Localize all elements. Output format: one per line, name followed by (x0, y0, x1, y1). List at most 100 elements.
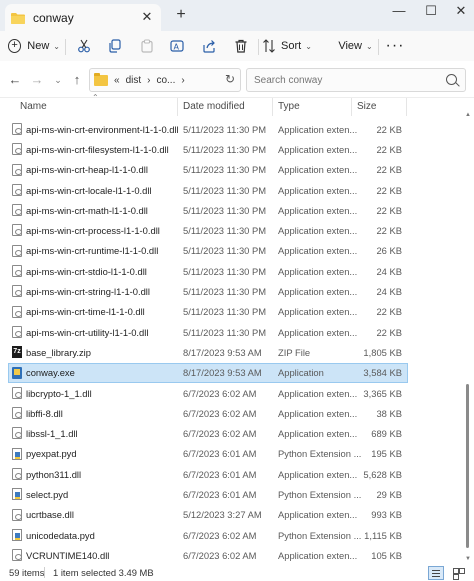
breadcrumb-overflow[interactable]: « (114, 75, 120, 86)
exe-icon (12, 366, 22, 379)
file-row[interactable]: api-ms-win-crt-time-l1-1-0.dll 5/11/2023 … (8, 302, 408, 322)
file-type: Python Extension ... (278, 448, 362, 460)
file-date-modified: 5/11/2023 11:30 PM (183, 306, 267, 318)
column-resize-handle[interactable] (272, 98, 273, 116)
column-header-type[interactable]: Type (278, 101, 300, 112)
more-options-button[interactable]: ··· (384, 33, 406, 59)
svg-text:A: A (174, 43, 180, 52)
recent-locations-chevron-icon[interactable]: ⌄ (50, 72, 66, 88)
address-bar[interactable]: « dist › co... › ↻ (89, 68, 241, 92)
file-date-modified: 6/7/2023 6:02 AM (183, 529, 257, 541)
view-label: View (338, 40, 362, 52)
file-size: 195 KB (371, 448, 402, 460)
file-type: Application exten... (278, 225, 358, 237)
tab-conway[interactable]: conway ✕ (5, 4, 161, 31)
file-row[interactable]: api-ms-win-crt-runtime-l1-1-0.dll 5/11/20… (8, 241, 408, 261)
scrollbar-thumb[interactable] (466, 384, 469, 548)
pyd-icon (12, 447, 22, 460)
file-row[interactable]: select.pyd 6/7/2023 6:01 AM Python Extensi… (8, 484, 408, 504)
scroll-up-icon[interactable]: ▲ (464, 112, 472, 120)
column-resize-handle[interactable] (406, 98, 407, 116)
paste-button[interactable] (134, 33, 160, 59)
chevron-down-icon: ⌄ (305, 41, 312, 51)
sort-button[interactable]: Sort ⌄ (262, 33, 312, 59)
file-name: api-ms-win-crt-string-l1-1-0.dll (26, 286, 150, 298)
vertical-scrollbar[interactable]: ▲ ▼ (464, 112, 472, 564)
copy-button[interactable] (102, 33, 128, 59)
file-row[interactable]: api-ms-win-crt-string-l1-1-0.dll 5/11/202… (8, 281, 408, 301)
breadcrumb-dist[interactable]: dist (126, 75, 142, 86)
file-date-modified: 6/7/2023 6:01 AM (183, 488, 257, 500)
file-size: 26 KB (376, 245, 402, 257)
plus-icon: + (8, 39, 22, 53)
file-row[interactable]: api-ms-win-crt-utility-l1-1-0.dll 5/11/20… (8, 322, 408, 342)
new-tab-icon[interactable]: + (172, 6, 190, 24)
share-button[interactable] (196, 33, 222, 59)
sort-ascending-icon: ⌃ (92, 93, 99, 102)
toolbar-divider (378, 39, 379, 55)
file-row[interactable]: 7z base_library.zip 8/17/2023 9:53 AM ZIP F… (8, 342, 408, 362)
file-date-modified: 8/17/2023 9:53 AM (183, 346, 262, 358)
column-resize-handle[interactable] (177, 98, 178, 116)
toolbar-divider (65, 39, 66, 55)
rename-button[interactable]: A (164, 33, 190, 59)
file-type: Application exten... (278, 326, 358, 338)
forward-arrow-icon[interactable]: → (29, 72, 45, 88)
dll-icon (12, 143, 22, 156)
tiles-view-icon[interactable] (450, 566, 466, 580)
tab-close-icon[interactable]: ✕ (139, 9, 155, 25)
scroll-down-icon[interactable]: ▼ (464, 556, 472, 564)
details-view-icon[interactable] (428, 566, 444, 580)
search-box[interactable] (246, 68, 466, 92)
search-input[interactable] (254, 74, 434, 86)
column-header-name[interactable]: Name (20, 101, 47, 112)
file-name: libcrypto-1_1.dll (26, 387, 92, 399)
file-name: api-ms-win-crt-stdio-l1-1-0.dll (26, 265, 147, 277)
file-row[interactable]: libssl-1_1.dll 6/7/2023 6:02 AM Applicatio… (8, 423, 408, 443)
rename-icon: A (170, 40, 184, 52)
file-row[interactable]: pyexpat.pyd 6/7/2023 6:01 AM Python Extens… (8, 444, 408, 464)
file-row[interactable]: api-ms-win-crt-stdio-l1-1-0.dll 5/11/2023… (8, 261, 408, 281)
file-row[interactable]: python311.dll 6/7/2023 6:01 AM Application… (8, 464, 408, 484)
file-size: 22 KB (376, 123, 402, 135)
column-header-date[interactable]: Date modified (183, 101, 245, 112)
file-row[interactable]: api-ms-win-crt-filesystem-l1-1-0.dll 5/11… (8, 139, 408, 159)
up-arrow-icon[interactable]: ↑ (69, 72, 85, 88)
delete-button[interactable] (228, 33, 254, 59)
file-size: 993 KB (371, 509, 402, 521)
folder-icon (94, 72, 108, 86)
file-row[interactable]: api-ms-win-crt-locale-l1-1-0.dll 5/11/202… (8, 180, 408, 200)
file-row[interactable]: ucrtbase.dll 5/12/2023 3:27 AM Application… (8, 505, 408, 525)
file-row[interactable]: VCRUNTIME140.dll 6/7/2023 6:02 AM Applicat… (8, 545, 408, 565)
back-arrow-icon[interactable]: ← (7, 72, 23, 88)
file-row[interactable]: api-ms-win-crt-environment-l1-1-0.dll 5/1… (8, 119, 408, 139)
view-button[interactable]: View ⌄ (334, 33, 372, 59)
toolbar-divider (258, 39, 259, 55)
file-row[interactable]: api-ms-win-crt-math-l1-1-0.dll 5/11/2023 … (8, 200, 408, 220)
file-date-modified: 5/12/2023 3:27 AM (183, 509, 262, 521)
file-name: pyexpat.pyd (26, 448, 77, 460)
close-window-icon[interactable]: ✕ (440, 0, 474, 24)
dll-icon (12, 244, 22, 257)
selection-info: 1 item selected 3.49 MB (53, 567, 154, 578)
column-resize-handle[interactable] (351, 98, 352, 116)
file-size: 24 KB (376, 265, 402, 277)
file-row[interactable]: libffi-8.dll 6/7/2023 6:02 AM Application … (8, 403, 408, 423)
file-type: Application (278, 367, 324, 379)
file-row[interactable]: api-ms-win-crt-process-l1-1-0.dll 5/11/20… (8, 220, 408, 240)
file-row[interactable]: unicodedata.pyd 6/7/2023 6:02 AM Python Ex… (8, 525, 408, 545)
breadcrumb-conway[interactable]: co... (156, 75, 175, 86)
file-row[interactable]: conway.exe 8/17/2023 9:53 AM Application 3,… (8, 362, 408, 383)
column-header-size[interactable]: Size (357, 101, 376, 112)
file-size: 105 KB (371, 549, 402, 561)
file-row[interactable]: libcrypto-1_1.dll 6/7/2023 6:02 AM Applica… (8, 383, 408, 403)
file-size: 22 KB (376, 204, 402, 216)
dll-icon (12, 325, 22, 338)
file-name: unicodedata.pyd (26, 529, 95, 541)
cut-button[interactable] (71, 33, 97, 59)
file-row[interactable]: api-ms-win-crt-heap-l1-1-0.dll 5/11/2023 … (8, 160, 408, 180)
refresh-icon[interactable]: ↻ (225, 72, 235, 86)
file-type: Application exten... (278, 468, 358, 480)
file-list: api-ms-win-crt-environment-l1-1-0.dll 5/1… (8, 119, 408, 566)
new-button[interactable]: + New ⌄ (8, 33, 60, 59)
